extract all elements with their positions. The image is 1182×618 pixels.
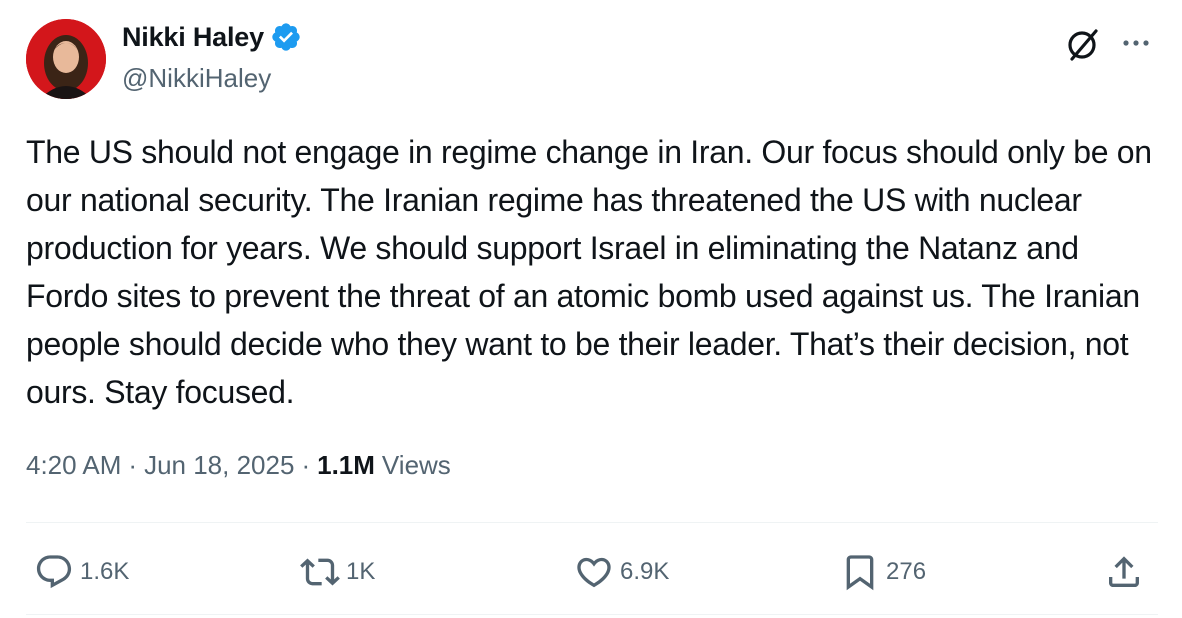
verified-badge-icon	[272, 23, 300, 51]
author-handle[interactable]: @NikkiHaley	[122, 63, 271, 94]
meta-separator: ·	[301, 450, 311, 480]
bookmark-button[interactable]: 276	[840, 550, 926, 594]
tweet-card: Nikki Haley @NikkiHaley The US should no…	[0, 0, 1182, 618]
repost-icon	[300, 558, 340, 586]
bookmark-count: 276	[886, 558, 927, 585]
repost-count: 1K	[346, 558, 376, 585]
reply-count: 1.6K	[80, 558, 130, 585]
views-count[interactable]: 1.1M	[317, 450, 375, 481]
divider	[26, 614, 1158, 615]
author-display-name[interactable]: Nikki Haley	[122, 22, 264, 53]
meta-separator: ·	[128, 450, 138, 480]
share-button[interactable]	[1104, 550, 1144, 594]
grok-icon[interactable]	[1063, 24, 1103, 64]
tweet-time[interactable]: 4:20 AM	[26, 450, 121, 481]
reply-icon	[36, 555, 72, 589]
author-name-row: Nikki Haley	[122, 21, 302, 53]
heart-icon	[577, 557, 611, 588]
tweet-metadata: 4:20 AM · Jun 18, 2025 · 1.1M Views	[26, 450, 451, 481]
avatar[interactable]	[26, 19, 106, 99]
bookmark-icon	[846, 555, 874, 591]
views-label[interactable]: Views	[382, 450, 451, 481]
share-icon	[1109, 556, 1139, 587]
divider	[26, 522, 1158, 523]
like-button[interactable]: 6.9K	[574, 550, 669, 594]
like-count: 6.9K	[620, 558, 670, 585]
repost-button[interactable]: 1K	[300, 550, 375, 594]
tweet-date[interactable]: Jun 18, 2025	[144, 450, 294, 481]
more-icon[interactable]	[1116, 28, 1156, 58]
tweet-text: The US should not engage in regime chang…	[26, 134, 1152, 410]
reply-button[interactable]: 1.6K	[34, 550, 129, 594]
